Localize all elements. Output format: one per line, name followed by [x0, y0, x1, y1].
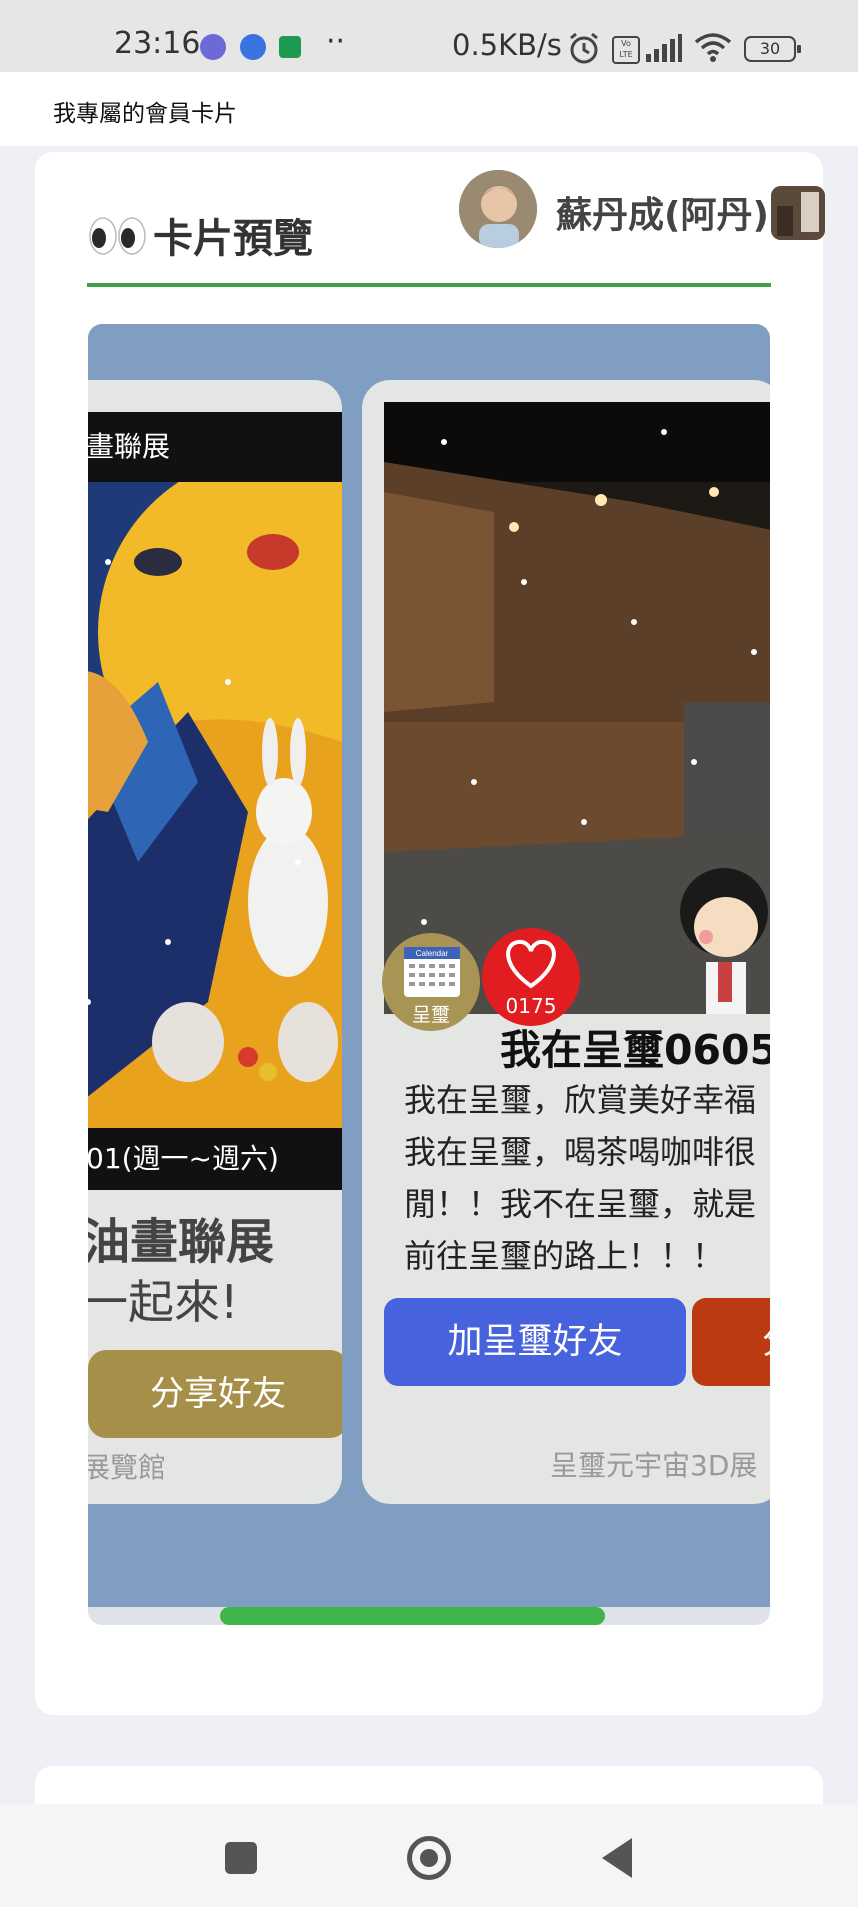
signal-icon: [646, 34, 682, 62]
eyes-icon: [89, 217, 146, 255]
notes-app-icon: [200, 34, 226, 60]
status-time: 23:16: [114, 26, 201, 61]
recent-apps-icon[interactable]: [225, 1842, 257, 1874]
user-name: 蘇丹成(阿丹): [556, 195, 769, 236]
card-footer: 展覽館: [88, 1451, 167, 1484]
oil-painting-artwork: [88, 482, 342, 1128]
svg-text:呈璽: 呈璽: [412, 1004, 450, 1026]
page-title: 我專屬的會員卡片: [53, 101, 237, 127]
card-banner: 畫聯展: [88, 412, 342, 482]
description-line: 閒！！我不在呈璽，就是: [404, 1185, 757, 1223]
share-friends-button[interactable]: 分享好友: [88, 1350, 342, 1438]
volte-icon: Vo LTE: [612, 36, 640, 64]
app-header: 我專屬的會員卡片: [0, 72, 858, 146]
user-thumbnail-image[interactable]: [771, 186, 825, 240]
description-line: 我在呈璽，喝茶喝咖啡很: [404, 1133, 757, 1171]
svg-text:Calendar: Calendar: [416, 949, 449, 958]
wifi-icon: [694, 33, 732, 62]
calendar-icon: Calendar 呈璽: [404, 947, 460, 1026]
status-bar: 23:16 ·· 0.5KB/s Vo LTE 30: [0, 0, 858, 72]
heading-underline: [87, 283, 771, 287]
share-button[interactable]: 分: [692, 1298, 770, 1386]
card-footer: 呈璽元宇宙3D展: [550, 1449, 758, 1482]
more-notifications-icon: ··: [326, 24, 346, 59]
like-count: 0175: [505, 994, 557, 1018]
add-friend-button[interactable]: 加呈璽好友: [384, 1298, 686, 1386]
card-description: 我在呈璽，欣賞美好幸福 我在呈璽，喝茶喝咖啡很 閒！！我不在呈璽，就是 前往呈璽…: [404, 1074, 770, 1282]
interior-photo: [384, 402, 770, 1014]
app-notification-icon: [279, 36, 301, 58]
member-card-exhibition[interactable]: 畫聯展 01(週一~週六) 油畫聯展 一起來! 分享好友 展覽館: [88, 380, 342, 1504]
card-headline: 油畫聯展: [88, 1214, 275, 1270]
description-line: 前往呈璽的路上！！！: [404, 1237, 725, 1275]
card-subline: 一起來!: [88, 1275, 239, 1329]
card-title: 我在呈璽0605: [500, 1026, 770, 1074]
browser-app-icon: [240, 34, 266, 60]
description-line: 我在呈璽，欣賞美好幸福: [404, 1081, 757, 1119]
alarm-icon: [570, 32, 598, 64]
member-card-chengxi[interactable]: Calendar 呈璽 0175 我在呈璽0605 我在呈璽，欣賞美好幸福 我在…: [362, 380, 770, 1504]
user-avatar[interactable]: [459, 170, 537, 248]
calendar-badge[interactable]: Calendar 呈璽: [382, 933, 480, 1031]
preview-heading: 卡片預覽: [153, 216, 313, 262]
carousel-scroll-thumb[interactable]: [220, 1607, 605, 1625]
heart-icon: [506, 939, 556, 989]
exhibition-date: 01(週一~週六): [88, 1128, 342, 1190]
like-badge[interactable]: 0175: [482, 928, 580, 1026]
card-carousel[interactable]: 畫聯展 01(週一~週六) 油畫聯展 一起來! 分享好友 展覽館 Calenda…: [88, 324, 770, 1624]
network-speed: 0.5KB/s: [452, 28, 562, 62]
back-icon[interactable]: [602, 1838, 632, 1878]
home-icon[interactable]: [407, 1836, 451, 1880]
battery-indicator: 30: [744, 36, 801, 62]
